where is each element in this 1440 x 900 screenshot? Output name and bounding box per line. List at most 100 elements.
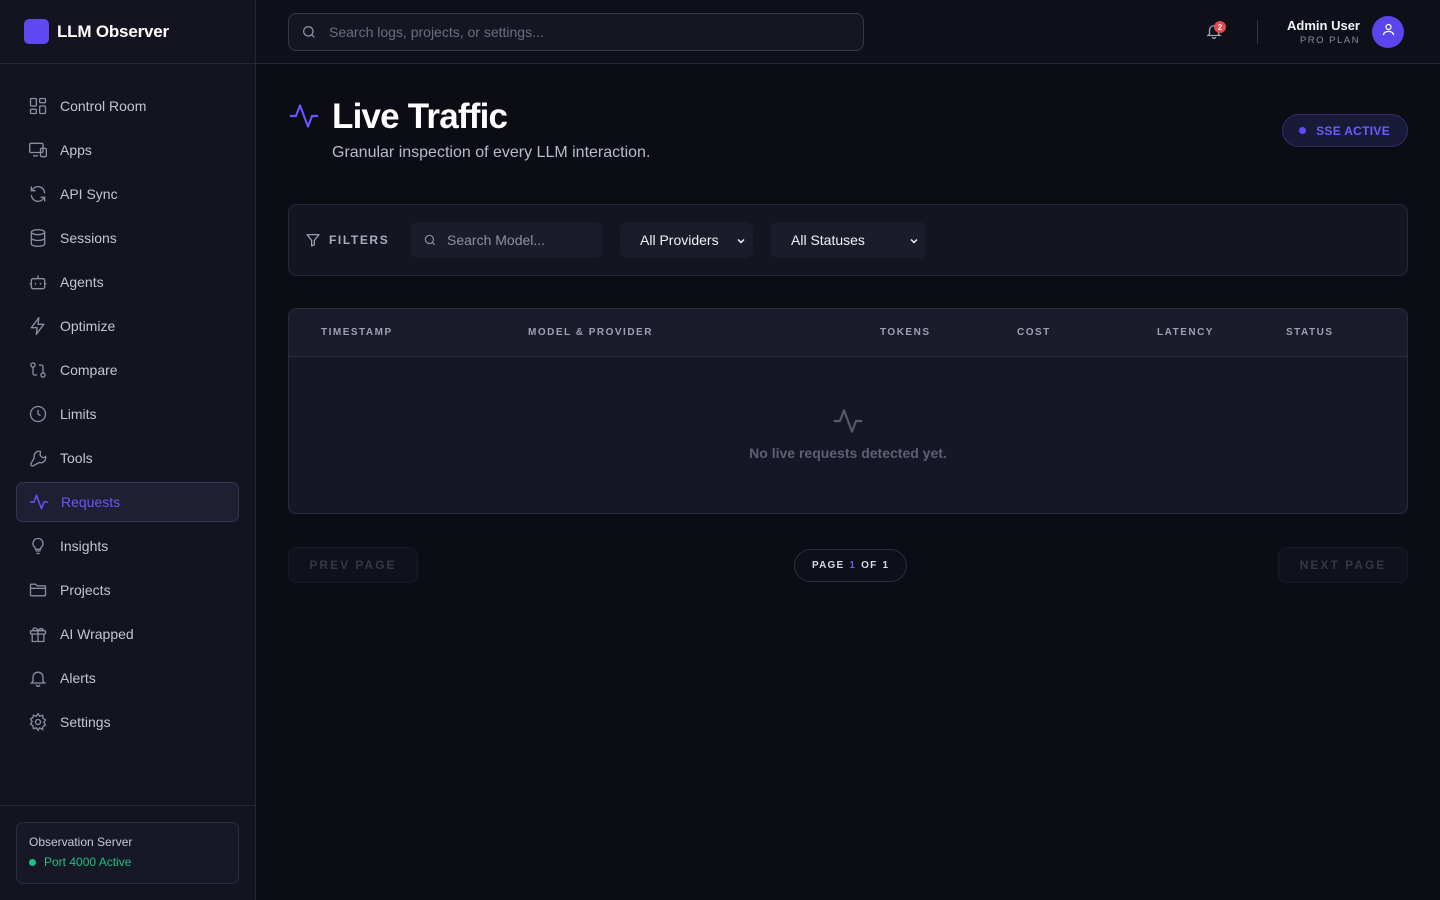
notification-count-badge: 2 xyxy=(1214,21,1226,33)
column-header-tokens[interactable]: TOKENS xyxy=(880,327,931,338)
model-search[interactable] xyxy=(411,222,602,258)
model-search-input[interactable] xyxy=(447,232,587,248)
global-search[interactable] xyxy=(288,13,864,51)
column-header-model-provider[interactable]: MODEL & PROVIDER xyxy=(528,327,653,338)
global-search-input[interactable] xyxy=(329,24,863,40)
column-header-status[interactable]: STATUS xyxy=(1286,327,1334,338)
sidebar-item-requests[interactable]: Requests xyxy=(16,482,239,522)
filters-label-text: FILTERS xyxy=(329,233,390,247)
sidebar-item-label: Tools xyxy=(60,450,93,466)
activity-icon xyxy=(832,405,864,437)
sidebar-item-label: Limits xyxy=(60,406,97,422)
server-status: Port 4000 Active xyxy=(29,855,226,869)
page-header: Live Traffic Granular inspection of ever… xyxy=(288,98,650,162)
empty-state: No live requests detected yet. xyxy=(289,405,1407,461)
sidebar-item-optimize[interactable]: Optimize xyxy=(16,306,239,346)
search-icon xyxy=(301,24,317,40)
sidebar-item-label: API Sync xyxy=(60,186,118,202)
page-indicator: PAGE 1 OF 1 xyxy=(794,549,908,582)
sidebar-item-label: Settings xyxy=(60,714,111,730)
gear-icon xyxy=(28,712,48,732)
status-dot-icon xyxy=(29,858,36,866)
sidebar: LLM Observer Control Room Apps API Sync … xyxy=(0,0,256,900)
sidebar-divider xyxy=(0,805,256,806)
sse-status-badge: SSE ACTIVE xyxy=(1282,114,1408,147)
filters-label: FILTERS xyxy=(305,232,389,248)
user-info[interactable]: Admin User PRO PLAN xyxy=(1287,18,1360,46)
sse-status-text: SSE ACTIVE xyxy=(1316,123,1390,138)
chevron-down-icon xyxy=(735,234,747,246)
sidebar-item-compare[interactable]: Compare xyxy=(16,350,239,390)
brand[interactable]: LLM Observer xyxy=(0,0,255,64)
brand-logo xyxy=(24,19,49,44)
sidebar-nav: Control Room Apps API Sync Sessions Agen… xyxy=(16,86,239,746)
sidebar-item-label: Sessions xyxy=(60,230,117,246)
avatar[interactable] xyxy=(1372,16,1404,48)
next-page-button[interactable]: NEXT PAGE xyxy=(1278,547,1408,583)
live-dot-icon xyxy=(1299,127,1307,134)
current-page: 1 xyxy=(849,560,857,571)
bell-icon xyxy=(28,668,48,688)
refresh-icon xyxy=(28,184,48,204)
sidebar-item-projects[interactable]: Projects xyxy=(16,570,239,610)
brand-name: LLM Observer xyxy=(57,21,169,41)
sidebar-item-tools[interactable]: Tools xyxy=(16,438,239,478)
sidebar-item-label: AI Wrapped xyxy=(60,626,134,642)
user-icon xyxy=(1381,22,1396,42)
column-header-timestamp[interactable]: TIMESTAMP xyxy=(321,327,393,338)
sidebar-item-api-sync[interactable]: API Sync xyxy=(16,174,239,214)
filters-bar: FILTERS All Providers All Statuses xyxy=(288,204,1408,276)
sidebar-item-label: Insights xyxy=(60,538,109,554)
sidebar-item-label: Agents xyxy=(60,274,104,290)
provider-select-value: All Providers xyxy=(640,232,719,248)
filter-icon xyxy=(305,232,321,248)
sidebar-item-label: Apps xyxy=(60,142,92,158)
sidebar-item-agents[interactable]: Agents xyxy=(16,262,239,302)
requests-table: TIMESTAMP MODEL & PROVIDER TOKENS COST L… xyxy=(288,308,1408,514)
total-pages: 1 xyxy=(882,560,890,571)
server-status-text: Port 4000 Active xyxy=(44,855,132,869)
sidebar-item-insights[interactable]: Insights xyxy=(16,526,239,566)
page-title: Live Traffic xyxy=(332,97,508,136)
topbar-divider xyxy=(1257,20,1258,44)
page-word: PAGE xyxy=(812,560,845,571)
sidebar-item-label: Projects xyxy=(60,582,111,598)
empty-state-text: No live requests detected yet. xyxy=(749,445,947,461)
clock-icon xyxy=(28,404,48,424)
sidebar-item-settings[interactable]: Settings xyxy=(16,702,239,742)
column-header-cost[interactable]: COST xyxy=(1017,327,1051,338)
sidebar-item-limits[interactable]: Limits xyxy=(16,394,239,434)
wrench-icon xyxy=(28,448,48,468)
chevron-down-icon xyxy=(908,234,920,246)
sidebar-item-sessions[interactable]: Sessions xyxy=(16,218,239,258)
notifications-button[interactable]: 2 xyxy=(1205,21,1226,42)
topbar: 2 Admin User PRO PLAN xyxy=(256,0,1440,64)
activity-icon xyxy=(288,100,320,132)
prev-page-button[interactable]: PREV PAGE xyxy=(288,547,418,583)
sidebar-item-control-room[interactable]: Control Room xyxy=(16,86,239,126)
gift-icon xyxy=(28,624,48,644)
sidebar-item-label: Requests xyxy=(61,494,121,510)
sidebar-item-apps[interactable]: Apps xyxy=(16,130,239,170)
page-subtitle: Granular inspection of every LLM interac… xyxy=(332,144,651,161)
sidebar-item-alerts[interactable]: Alerts xyxy=(16,658,239,698)
provider-select[interactable]: All Providers xyxy=(620,222,753,258)
activity-icon xyxy=(29,492,49,512)
database-icon xyxy=(28,228,48,248)
of-word: OF xyxy=(861,560,878,571)
lightbulb-icon xyxy=(28,536,48,556)
server-title: Observation Server xyxy=(29,835,133,849)
sidebar-item-label: Alerts xyxy=(60,670,96,686)
status-select[interactable]: All Statuses xyxy=(771,222,926,258)
user-plan: PRO PLAN xyxy=(1299,35,1360,46)
observation-server-panel: Observation Server Port 4000 Active xyxy=(16,822,239,884)
sidebar-item-ai-wrapped[interactable]: AI Wrapped xyxy=(16,614,239,654)
user-name: Admin User xyxy=(1287,18,1360,33)
grid-icon xyxy=(28,96,48,116)
sidebar-item-label: Optimize xyxy=(60,318,116,334)
column-header-latency[interactable]: LATENCY xyxy=(1157,327,1214,338)
folder-icon xyxy=(28,580,48,600)
git-compare-icon xyxy=(28,360,48,380)
bot-icon xyxy=(28,272,48,292)
bolt-icon xyxy=(28,316,48,336)
